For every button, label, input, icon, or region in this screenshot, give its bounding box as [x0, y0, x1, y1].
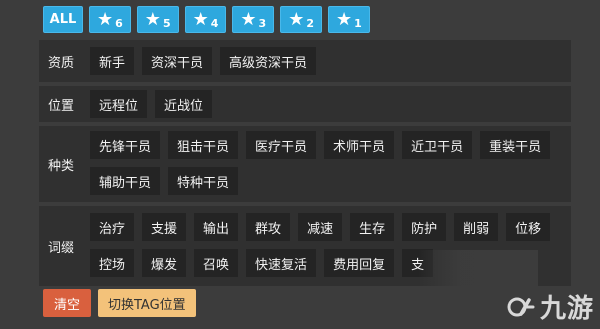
- star-2-button[interactable]: ★ 2: [280, 6, 322, 33]
- star-6-button[interactable]: ★ 6: [89, 6, 131, 33]
- tag-medic[interactable]: 医疗干员: [246, 131, 317, 159]
- tag-caster[interactable]: 术师干员: [324, 131, 395, 159]
- star-1-button[interactable]: ★ 1: [327, 6, 370, 33]
- star-icon: ★: [335, 8, 353, 30]
- watermark: 九游: [506, 288, 594, 325]
- star-filter-bar: ALL ★ 6 ★ 5 ★ 4 ★ 3 ★ 2 ★ 1: [43, 6, 370, 33]
- star-count-label: 2: [306, 17, 314, 30]
- tag-healing[interactable]: 治疗: [90, 213, 135, 241]
- tag-fast-redeploy[interactable]: 快速复活: [246, 249, 317, 277]
- affix-label: 词缀: [39, 206, 83, 286]
- action-bar: 清空 切换TAG位置: [43, 289, 196, 317]
- qualification-row: 资质 新手 资深干员 高级资深干员: [39, 40, 571, 82]
- qualification-label: 资质: [39, 40, 83, 82]
- star-icon: ★: [97, 8, 114, 30]
- star-5-button[interactable]: ★ 5: [136, 6, 179, 33]
- tag-defender[interactable]: 重装干员: [480, 131, 551, 159]
- watermark-text: 九游: [539, 294, 594, 324]
- star-4-button[interactable]: ★ 4: [184, 6, 227, 33]
- class-tags: 先锋干员 狙击干员 医疗干员 术师干员 近卫干员 重装干员 辅助干员 特种干员: [90, 131, 571, 195]
- tag-support[interactable]: 支援: [142, 213, 187, 241]
- position-row: 位置 远程位 近战位: [39, 86, 571, 122]
- all-stars-button[interactable]: ALL: [43, 6, 83, 33]
- tag-nuker[interactable]: 爆发: [142, 249, 187, 277]
- star-count-label: 1: [354, 17, 362, 30]
- tag-melee[interactable]: 近战位: [155, 90, 213, 118]
- tag-dps[interactable]: 输出: [194, 213, 239, 241]
- tag-sniper[interactable]: 狙击干员: [168, 131, 239, 159]
- tag-specialist[interactable]: 特种干员: [168, 167, 239, 195]
- position-label: 位置: [39, 86, 83, 122]
- tag-vanguard[interactable]: 先锋干员: [90, 131, 161, 159]
- class-row: 种类 先锋干员 狙击干员 医疗干员 术师干员 近卫干员 重装干员 辅助干员 特种…: [39, 126, 571, 202]
- star-icon: ★: [240, 8, 257, 30]
- class-label: 种类: [39, 126, 83, 202]
- star-3-button[interactable]: ★ 3: [232, 6, 275, 33]
- tag-defense[interactable]: 防护: [402, 213, 447, 241]
- switch-tag-position-button[interactable]: 切换TAG位置: [98, 289, 196, 317]
- tag-slow[interactable]: 减速: [298, 213, 343, 241]
- star-icon: ★: [192, 8, 209, 30]
- tag-ranged[interactable]: 远程位: [90, 90, 148, 118]
- tag-senior-operator[interactable]: 资深干员: [142, 47, 213, 75]
- watermark-fade: [418, 250, 538, 286]
- clear-button[interactable]: 清空: [43, 289, 91, 317]
- tag-shift[interactable]: 位移: [506, 213, 551, 241]
- tag-crowd-control[interactable]: 控场: [90, 249, 135, 277]
- qualification-tags: 新手 资深干员 高级资深干员: [90, 47, 571, 75]
- star-count-label: 6: [115, 17, 123, 30]
- tag-guard[interactable]: 近卫干员: [402, 131, 473, 159]
- tag-newbie[interactable]: 新手: [90, 47, 135, 75]
- jiuyou-logo-icon: [507, 297, 535, 316]
- tag-debuff[interactable]: 削弱: [454, 213, 499, 241]
- tag-dp-recovery[interactable]: 费用回复: [324, 249, 395, 277]
- tag-survival[interactable]: 生存: [350, 213, 395, 241]
- tag-supporter[interactable]: 辅助干员: [90, 167, 161, 195]
- tag-summon[interactable]: 召唤: [194, 249, 239, 277]
- star-count-label: 5: [162, 17, 171, 30]
- tag-top-operator[interactable]: 高级资深干员: [220, 47, 317, 75]
- star-icon: ★: [288, 8, 305, 30]
- star-count-label: 3: [258, 17, 267, 30]
- tag-aoe[interactable]: 群攻: [246, 213, 291, 241]
- star-count-label: 4: [210, 17, 219, 30]
- star-icon: ★: [144, 8, 161, 30]
- position-tags: 远程位 近战位: [90, 90, 571, 118]
